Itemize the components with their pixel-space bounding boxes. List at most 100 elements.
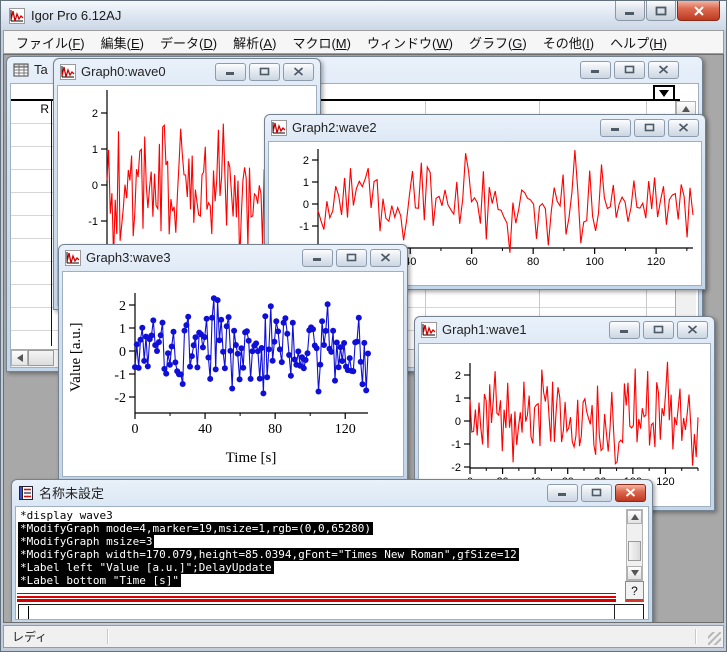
command-history-line[interactable]: *ModifyGraph msize=3: [18, 535, 622, 548]
svg-text:120: 120: [647, 256, 665, 268]
command-history-line[interactable]: *display wave3: [18, 509, 622, 522]
text-caret: [28, 606, 29, 619]
status-separator: [695, 629, 697, 644]
graph0-title: Graph0:wave0: [81, 64, 166, 79]
table-window-title: Ta: [34, 62, 48, 77]
restore-button[interactable]: [634, 119, 665, 137]
menu-item-1[interactable]: 編集(E): [93, 31, 152, 54]
minimize-button[interactable]: [615, 1, 645, 21]
close-icon: [293, 67, 304, 76]
svg-text:120: 120: [335, 422, 356, 437]
command-window-buttons: [547, 484, 646, 502]
close-button[interactable]: [370, 249, 401, 267]
arrow-left-icon: [17, 354, 23, 362]
table-icon: [13, 62, 29, 78]
svg-text:80: 80: [527, 256, 539, 268]
restore-button[interactable]: [249, 63, 280, 81]
close-icon: [658, 65, 669, 74]
graph1-titlebar[interactable]: Graph1:wave1: [415, 317, 714, 342]
scroll-left-button[interactable]: [11, 350, 28, 366]
close-button[interactable]: [648, 61, 679, 79]
statusbar: レディ: [3, 625, 724, 648]
minimize-icon: [610, 124, 621, 132]
close-icon: [693, 6, 705, 16]
minimize-icon: [590, 66, 601, 74]
close-button[interactable]: [615, 484, 646, 502]
minimize-button[interactable]: [580, 61, 611, 79]
restore-button[interactable]: [336, 249, 367, 267]
minimize-icon: [225, 68, 236, 76]
svg-text:-2: -2: [451, 462, 461, 474]
svg-text:0: 0: [92, 180, 98, 192]
resize-grip[interactable]: [708, 632, 721, 645]
restore-icon: [624, 65, 635, 74]
svg-text:-2: -2: [114, 391, 126, 406]
svg-text:40: 40: [198, 422, 212, 437]
restore-button[interactable]: [581, 484, 612, 502]
main-caption-buttons: [614, 1, 720, 21]
graph0-titlebar[interactable]: Graph0:wave0: [54, 59, 320, 84]
menu-item-3[interactable]: 解析(A): [225, 31, 284, 54]
igor-app-icon: [9, 8, 25, 24]
table-dropdown-button[interactable]: [653, 85, 675, 101]
help-button[interactable]: ?: [625, 581, 644, 602]
scrollbar-thumb[interactable]: [28, 350, 54, 366]
menu-item-4[interactable]: マクロ(M): [284, 31, 359, 54]
command-history-line[interactable]: *ModifyGraph width=170.079,height=85.039…: [18, 548, 622, 561]
arrow-down-icon: [631, 570, 639, 576]
restore-icon: [644, 123, 655, 132]
command-window-title: 名称未設定: [39, 483, 104, 502]
close-button[interactable]: [677, 1, 720, 21]
graph-icon: [421, 322, 437, 338]
menu-item-7[interactable]: その他(I): [535, 31, 602, 54]
menu-item-2[interactable]: データ(D): [152, 31, 225, 54]
minimize-button[interactable]: [609, 321, 640, 339]
command-input[interactable]: [18, 604, 644, 620]
close-button[interactable]: [668, 119, 699, 137]
menu-item-8[interactable]: ヘルプ(H): [602, 31, 675, 54]
graph3-titlebar[interactable]: Graph3:wave3: [59, 245, 407, 270]
close-icon: [380, 253, 391, 262]
scroll-down-button[interactable]: [627, 566, 642, 580]
minimize-button[interactable]: [302, 249, 333, 267]
command-scrollbar[interactable]: [626, 509, 643, 581]
graph3-title: Graph3:wave3: [86, 250, 171, 265]
graph3-plot-area: 210-1-204080120 Value [a.u.] Time [s]: [62, 271, 404, 477]
graph3-x-axis-label: Time [s]: [191, 450, 311, 467]
maximize-button[interactable]: [646, 1, 676, 21]
svg-text:1: 1: [92, 144, 98, 156]
graph3-window: Graph3:wave3 210-1-204080120 Value [a.u.…: [58, 244, 408, 481]
close-button[interactable]: [677, 321, 708, 339]
svg-text:-1: -1: [299, 221, 309, 233]
scroll-up-button[interactable]: [627, 510, 642, 524]
graph3-window-buttons: [302, 249, 401, 267]
menu-item-6[interactable]: グラフ(G): [461, 31, 535, 54]
restore-button[interactable]: [614, 61, 645, 79]
restore-button[interactable]: [643, 321, 674, 339]
svg-text:-1: -1: [114, 368, 126, 383]
menu-item-5[interactable]: ウィンドウ(W): [359, 31, 461, 54]
minimize-button[interactable]: [215, 63, 246, 81]
main-window-title: Igor Pro 6.12AJ: [31, 8, 121, 23]
svg-text:2: 2: [303, 155, 309, 167]
arrow-up-icon: [682, 106, 690, 112]
close-button[interactable]: [283, 63, 314, 81]
minimize-button[interactable]: [600, 119, 631, 137]
svg-text:120: 120: [656, 476, 674, 488]
graph2-titlebar[interactable]: Graph2:wave2: [265, 115, 705, 140]
command-history-line[interactable]: *Label left "Value [a.u.]";DelayUpdate: [18, 561, 622, 574]
scrollbar-thumb[interactable]: [628, 541, 641, 561]
table-column0-border: [51, 99, 52, 346]
graph-icon: [271, 120, 287, 136]
command-window-titlebar[interactable]: 名称未設定: [12, 480, 652, 505]
minimize-button[interactable]: [547, 484, 578, 502]
minimize-icon: [312, 254, 323, 262]
graph1-title: Graph1:wave1: [442, 322, 527, 337]
status-text: レディ: [12, 628, 47, 645]
close-icon: [678, 123, 689, 132]
command-history-line[interactable]: *ModifyGraph mode=4,marker=19,msize=1,rg…: [18, 522, 622, 535]
menu-item-0[interactable]: ファイル(F): [8, 31, 93, 54]
command-history[interactable]: *display wave3*ModifyGraph mode=4,marker…: [18, 509, 622, 587]
command-history-line[interactable]: *Label bottom "Time [s]": [18, 574, 622, 587]
igor-pro-main-window: Igor Pro 6.12AJ ファイル(F)編集(E)データ(D)解析(A)マ…: [0, 0, 727, 652]
